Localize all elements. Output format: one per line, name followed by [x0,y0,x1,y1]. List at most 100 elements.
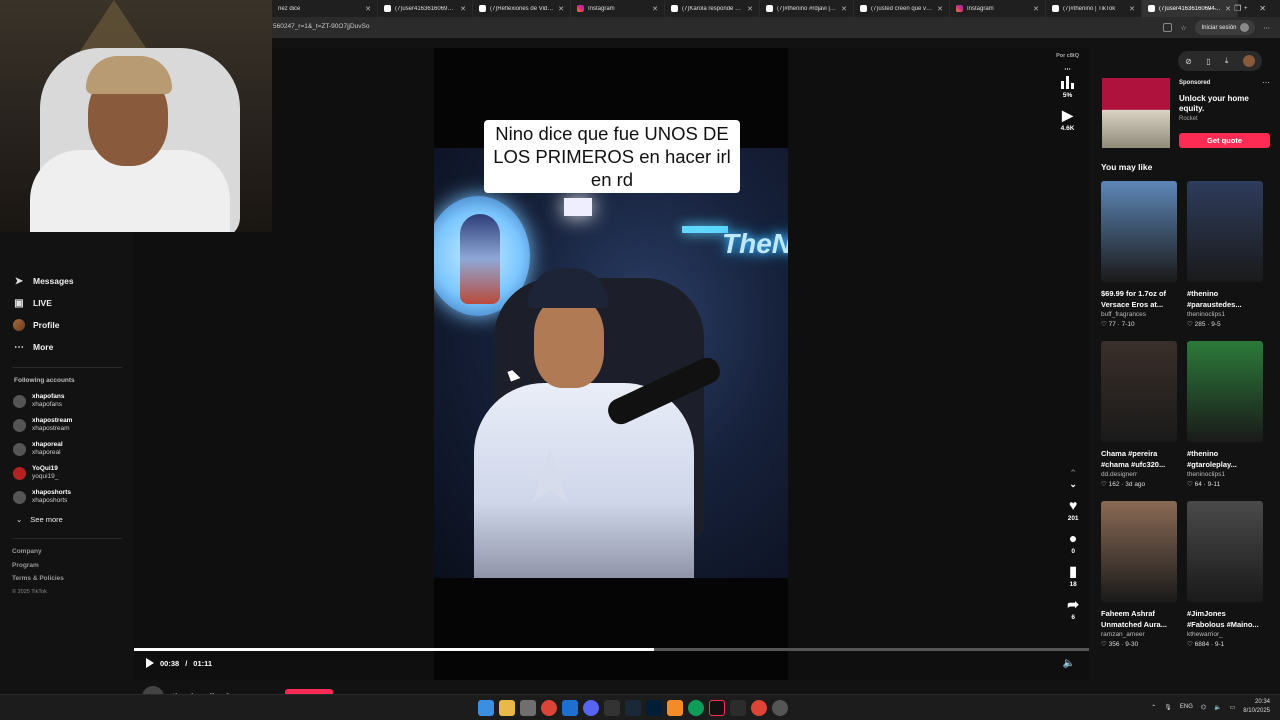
browser-tab[interactable]: (7)Reflexiones de Vida c ✕ [473,0,571,17]
video-thumbnail[interactable] [1101,181,1177,282]
get-quote-button[interactable]: Get quote [1179,133,1270,148]
compass-icon[interactable]: ⊘ [1185,57,1192,66]
volume-icon[interactable]: 🔈 [1063,658,1075,669]
close-tab-icon[interactable]: ✕ [841,5,847,13]
video-player[interactable]: TheNin Nino dice que fue UNOS DE LOS PRI… [134,48,1089,680]
recommended-video-card[interactable]: $69.99 for 1.7oz of Versace Eros at... bu… [1101,181,1177,341]
capcut-icon[interactable] [730,700,746,716]
video-frame[interactable]: TheNin Nino dice que fue UNOS DE LOS PRI… [434,48,788,680]
following-account[interactable]: YoQui19 yoqui19_ [0,461,134,485]
mic-icon[interactable]: 🎙 [1164,704,1172,711]
video-thumbnail[interactable] [1187,501,1263,602]
following-account[interactable]: xhapofans xhapofans [0,389,134,413]
signin-button[interactable]: Iniciar sesión [1195,20,1255,35]
video-progress-bar[interactable] [134,648,1089,651]
browser-tab[interactable]: (7)#thenino #rdjavi | TikT ✕ [760,0,854,17]
footer-link-company[interactable]: Company [12,548,134,562]
following-account[interactable]: xhaposhorts xhaposhorts [0,485,134,509]
recommended-video-card[interactable]: #thenino #gtaroleplay... theninoclips1 ♡ 6… [1187,341,1263,501]
browser-tab[interactable]: (7)#thenino | TikTok ✕ [1046,0,1142,17]
menu-dots-icon[interactable]: ⋯ [1264,24,1271,32]
see-more-button[interactable]: ⌄ See more [0,509,134,529]
battery-icon[interactable]: ▭ [1230,704,1236,711]
close-tab-icon[interactable]: ✕ [937,5,943,13]
browser-tab[interactable]: nez dice ✕ [272,0,378,17]
browser-tab[interactable]: Instagram ✕ [950,0,1046,17]
outlook-icon[interactable] [562,700,578,716]
close-tab-icon[interactable]: ✕ [1129,5,1135,13]
share-icon[interactable]: ➦ [1067,597,1079,611]
recommended-video-card[interactable]: #thenino #paraustedes... theninoclips1 ♡ 2… [1187,181,1263,341]
more-dots-icon[interactable]: ⋯ [1064,65,1071,73]
phone-icon[interactable]: ▯ [1206,57,1210,66]
more-dots-icon[interactable]: ⋯ [1262,78,1270,87]
recommended-video-card[interactable]: Chama #pereira #chama #ufc320... dd.desig… [1101,341,1177,501]
chevron-up-icon[interactable]: ⌃ [1151,704,1156,711]
nav-live[interactable]: ▣ LIVE [0,292,134,314]
network-icon[interactable]: ⌬ [1201,704,1206,711]
bookmark-icon[interactable]: ▮ [1069,564,1077,578]
store-icon[interactable] [520,700,536,716]
ad-thumbnail[interactable] [1102,78,1170,148]
video-author[interactable]: theninoclips1 [1187,311,1263,318]
browser-tab[interactable]: (7)Karola responde a ru ✕ [665,0,760,17]
video-thumbnail[interactable] [1187,181,1263,282]
video-author[interactable]: ramzan_ameer [1101,631,1177,638]
browser-tab[interactable]: Instagram ✕ [571,0,665,17]
analytics-icon[interactable] [1060,75,1075,89]
footer-link-program[interactable]: Program [12,562,134,576]
url-text[interactable]: 560247_r=1&_t=ZT-90O7jjDuvSo [273,23,369,30]
language-indicator[interactable]: ENG [1180,704,1193,710]
browser-tab[interactable]: (7)user41636160694 (@ ✕ [378,0,473,17]
following-account[interactable]: xhaporeal xhaporeal [0,437,134,461]
obs-icon[interactable] [604,700,620,716]
steam-icon[interactable] [625,700,641,716]
maximize-icon[interactable]: ❐ [1234,4,1241,13]
vlc-icon[interactable] [667,700,683,716]
video-title[interactable]: Chama #pereira #chama #ufc320... [1101,448,1177,470]
file-explorer-icon[interactable] [499,700,515,716]
star-icon[interactable]: ☆ [1181,24,1187,32]
close-tab-icon[interactable]: ✕ [652,5,658,13]
close-tab-icon[interactable]: ✕ [365,5,371,13]
play-icon[interactable] [146,658,154,668]
video-thumbnail[interactable] [1101,501,1177,602]
chrome-icon[interactable] [751,700,767,716]
video-title[interactable]: #JimJones #Fabolous #Maino... [1187,608,1263,630]
chrome-icon[interactable] [541,700,557,716]
browser-tab[interactable]: (7)usted creen que vaya ✕ [854,0,950,17]
video-thumbnail[interactable] [1101,341,1177,442]
photoshop-icon[interactable] [646,700,662,716]
video-title[interactable]: Faheem Ashraf Unmatched Aura... [1101,608,1177,630]
comment-icon[interactable]: ● [1069,531,1077,545]
download-icon[interactable]: ⤓ [1225,56,1229,66]
volume-icon[interactable]: 🔈 [1214,704,1221,711]
extensions-icon[interactable] [1162,23,1172,32]
video-title[interactable]: $69.99 for 1.7oz of Versace Eros at... [1101,288,1177,310]
video-title[interactable]: #thenino #gtaroleplay... [1187,448,1263,470]
video-author[interactable]: theninoclips1 [1187,471,1263,478]
tiktok-icon[interactable] [709,700,725,716]
recommended-video-card[interactable]: Faheem Ashraf Unmatched Aura... ramzan_am… [1101,501,1177,661]
avatar[interactable] [1242,55,1255,67]
video-author[interactable]: buff_fragrances [1101,311,1177,318]
close-window-icon[interactable]: ✕ [1259,4,1266,13]
sponsored-ad[interactable]: Sponsored ⋯ Unlock your home equity. Roc… [1100,78,1272,150]
footer-link-terms[interactable]: Terms & Policies [12,575,134,589]
chevron-up-icon[interactable]: ⌃ [1069,468,1077,479]
minimize-icon[interactable]: — [1208,4,1216,13]
heart-icon[interactable]: ♥ [1069,498,1077,512]
video-author[interactable]: dd.designerr [1101,471,1177,478]
close-tab-icon[interactable]: ✕ [460,5,466,13]
chevron-down-icon[interactable]: ⌄ [1069,479,1077,490]
video-author[interactable]: kthewarrior_ [1187,631,1263,638]
nav-more[interactable]: ⋯ More [0,336,134,358]
close-tab-icon[interactable]: ✕ [1033,5,1039,13]
nav-messages[interactable]: ➤ Messages [0,270,134,292]
discord-icon[interactable] [583,700,599,716]
settings-icon[interactable] [772,700,788,716]
video-title[interactable]: #thenino #paraustedes... [1187,288,1263,310]
start-icon[interactable] [478,700,494,716]
close-tab-icon[interactable]: ✕ [558,5,564,13]
video-thumbnail[interactable] [1187,341,1263,442]
